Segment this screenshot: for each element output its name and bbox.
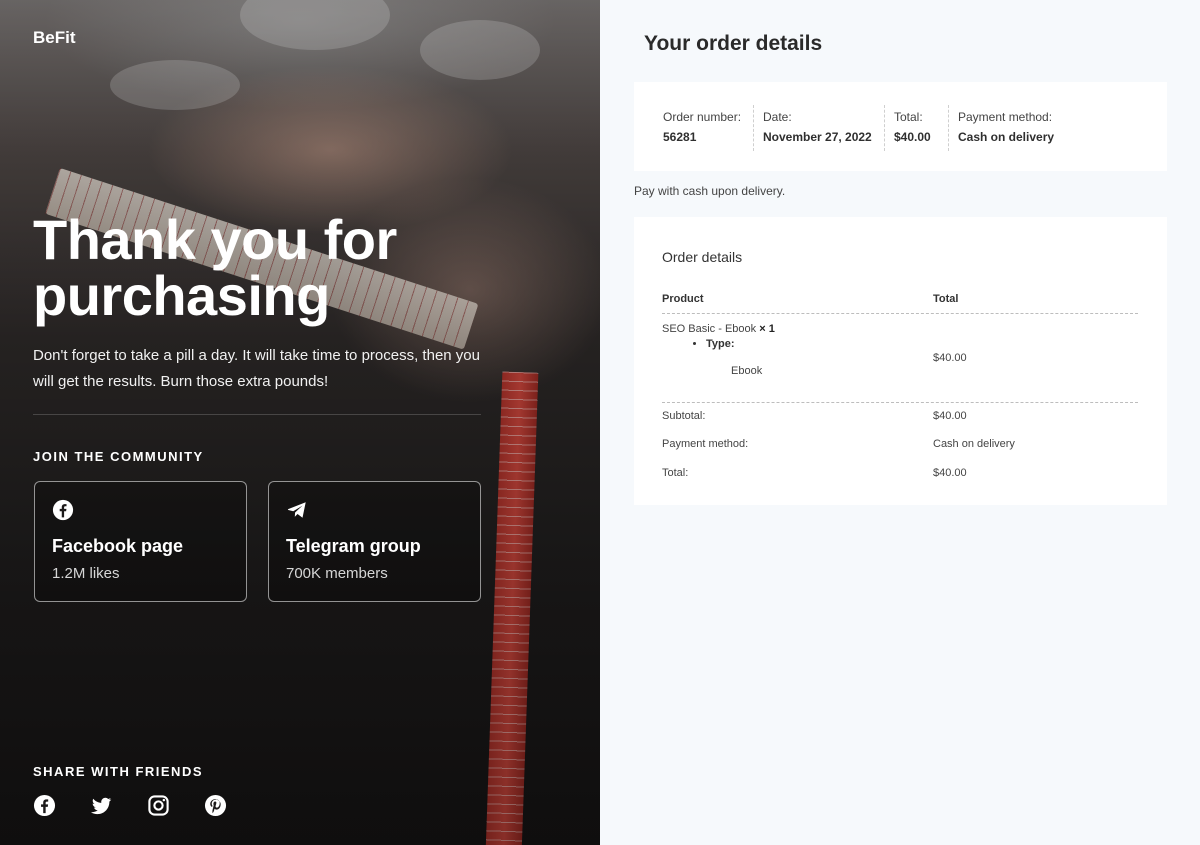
card-stat: 1.2M likes: [52, 565, 120, 582]
meta-label: Type:: [706, 338, 735, 350]
summary-value: Cash on delivery: [958, 130, 1055, 144]
summary-label: Total:: [894, 110, 923, 124]
share-heading: SHARE WITH FRIENDS: [33, 764, 203, 779]
total-label: Total:: [662, 467, 689, 479]
order-details-card: Order details Product Total SEO Basic - …: [634, 217, 1167, 505]
telegram-icon: [286, 499, 308, 521]
brand-logo[interactable]: BeFit: [33, 28, 76, 48]
product-quantity: × 1: [759, 323, 775, 335]
telegram-group-card[interactable]: Telegram group 700K members: [268, 481, 481, 602]
product-meta: Type:: [706, 338, 735, 350]
divider: [662, 313, 1138, 314]
payment-method: Payment method: Cash on delivery: [948, 105, 1078, 151]
column-header-product: Product: [662, 293, 704, 305]
summary-value: $40.00: [894, 130, 931, 144]
hero-panel: BeFit Thank you for purchasing Don't for…: [0, 0, 600, 845]
card-title: Facebook page: [52, 536, 184, 556]
instagram-icon[interactable]: [147, 794, 170, 817]
summary-label: Date:: [763, 110, 792, 124]
order-total: Total: $40.00: [884, 105, 948, 151]
meta-value: Ebook: [731, 365, 763, 377]
order-panel: Your order details Order number: 56281 D…: [600, 0, 1200, 845]
page-title: Your order details: [644, 32, 823, 55]
subtotal-value: $40.00: [933, 410, 967, 422]
payment-method-value: Cash on delivery: [933, 438, 1015, 450]
summary-label: Payment method:: [958, 110, 1053, 124]
summary-label: Order number:: [663, 110, 742, 124]
hero-title: Thank you for purchasing: [33, 208, 397, 327]
divider: [33, 414, 481, 415]
facebook-icon: [52, 499, 74, 521]
hero-subtitle: Don't forget to take a pill a day. It wi…: [33, 347, 480, 390]
product-name[interactable]: SEO Basic - Ebook × 1: [662, 323, 775, 335]
subtotal-label: Subtotal:: [662, 410, 706, 422]
product-total: $40.00: [933, 352, 967, 364]
order-date: Date: November 27, 2022: [753, 105, 884, 151]
order-summary-card: Order number: 56281 Date: November 27, 2…: [634, 82, 1167, 171]
summary-value: 56281: [663, 130, 697, 144]
order-number: Order number: 56281: [654, 105, 754, 151]
card-title: Telegram group: [286, 536, 421, 556]
share-icon-row: [33, 794, 227, 817]
card-stat: 700K members: [286, 565, 388, 582]
pinterest-icon[interactable]: [204, 794, 227, 817]
payment-method-label: Payment method:: [662, 438, 749, 450]
divider: [662, 402, 1138, 403]
twitter-icon[interactable]: [90, 794, 113, 817]
order-details-heading: Order details: [662, 249, 743, 265]
product-link[interactable]: SEO Basic - Ebook: [662, 323, 756, 335]
payment-note: Pay with cash upon delivery.: [634, 184, 786, 198]
facebook-page-card[interactable]: Facebook page 1.2M likes: [34, 481, 247, 602]
facebook-icon[interactable]: [33, 794, 56, 817]
community-heading: JOIN THE COMMUNITY: [33, 449, 204, 464]
summary-value: November 27, 2022: [763, 130, 872, 144]
column-header-total: Total: [933, 293, 959, 305]
total-value: $40.00: [933, 467, 967, 479]
background-overlay: [0, 0, 600, 845]
